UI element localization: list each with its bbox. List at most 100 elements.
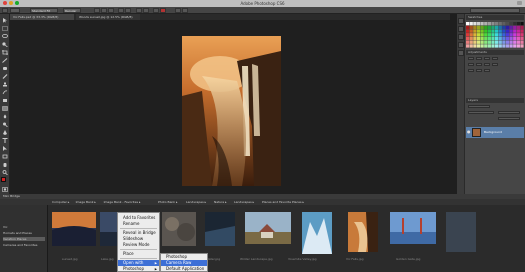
color-swatch[interactable]	[495, 36, 499, 41]
color-swatch[interactable]	[469, 44, 473, 48]
quick-select-tool-icon[interactable]	[2, 42, 8, 47]
color-swatch[interactable]	[513, 36, 517, 41]
color-swatch[interactable]	[487, 33, 491, 37]
color-swatch[interactable]	[513, 40, 517, 44]
color-swatch[interactable]	[505, 40, 510, 44]
color-swatch[interactable]	[520, 22, 524, 26]
color-swatch[interactable]	[476, 29, 481, 33]
history-panel-icon[interactable]	[458, 18, 464, 24]
color-swatch[interactable]	[469, 22, 473, 26]
history-brush-tool-icon[interactable]	[2, 90, 8, 95]
color-swatch[interactable]	[491, 44, 495, 48]
fullscreen-icon[interactable]	[517, 1, 522, 5]
color-swatch[interactable]	[473, 36, 477, 41]
color-swatch[interactable]	[487, 22, 491, 26]
pen-tool-icon[interactable]	[2, 130, 8, 135]
color-swatch[interactable]	[480, 25, 484, 30]
color-swatch[interactable]	[509, 25, 513, 30]
thumbnail-water[interactable]	[205, 212, 235, 246]
color-swatch[interactable]	[469, 29, 473, 33]
layers-panel-header[interactable]: Layers	[466, 98, 524, 103]
size-dropdown[interactable]	[10, 8, 20, 13]
visibility-eye-icon[interactable]: ●	[467, 129, 471, 135]
color-swatch[interactable]	[513, 33, 517, 37]
color-swatch[interactable]	[516, 44, 520, 48]
color-swatch[interactable]	[516, 25, 520, 30]
swatches-panel-header[interactable]: Swatches	[466, 15, 524, 20]
color-swatch[interactable]	[487, 25, 491, 30]
eraser-tool-icon[interactable]	[2, 98, 8, 103]
curves-icon[interactable]	[484, 57, 490, 60]
move-tool-icon[interactable]	[2, 18, 8, 23]
color-swatch[interactable]	[513, 44, 517, 48]
breadcrumb-item[interactable]: Image Bank ▸	[74, 200, 96, 204]
thumbnail-partial[interactable]	[446, 212, 476, 252]
option-button-7[interactable]	[143, 8, 149, 13]
color-swatch[interactable]	[473, 40, 477, 44]
eyedropper-tool-icon[interactable]	[2, 58, 8, 63]
favorite-item[interactable]: Cameras and Favorites	[3, 243, 37, 247]
menu-place[interactable]: Place	[118, 251, 159, 257]
color-swatch[interactable]	[491, 22, 495, 26]
color-swatch[interactable]	[480, 33, 484, 37]
swatches-grid[interactable]	[466, 22, 524, 48]
color-swatch[interactable]	[495, 44, 499, 48]
color-swatch[interactable]	[466, 33, 470, 37]
color-swatch[interactable]	[498, 40, 502, 44]
color-swatch[interactable]	[498, 25, 502, 30]
option-button-3[interactable]	[108, 8, 114, 13]
path-selection-tool-icon[interactable]	[2, 146, 8, 151]
color-swatch[interactable]	[466, 40, 470, 44]
color-swatch[interactable]	[513, 25, 517, 30]
favorite-item[interactable]: Hornets and Places	[3, 231, 32, 235]
breadcrumb-item[interactable]: Nature ▸	[212, 200, 227, 204]
color-swatch[interactable]	[491, 40, 495, 44]
color-swatch[interactable]	[498, 22, 502, 26]
character-panel-icon[interactable]	[458, 34, 464, 40]
foreground-color-swatch[interactable]	[1, 177, 6, 182]
color-swatch[interactable]	[513, 29, 517, 33]
tool-preset-icon[interactable]	[2, 8, 8, 13]
color-swatch[interactable]	[502, 33, 506, 37]
color-swatch[interactable]	[509, 36, 513, 41]
color-swatch[interactable]	[484, 22, 488, 26]
zoom-tool-icon[interactable]	[2, 170, 8, 175]
blend-mode-dropdown[interactable]	[468, 111, 494, 114]
color-swatch[interactable]	[491, 33, 495, 37]
levels-icon[interactable]	[476, 57, 482, 60]
adjustments-panel-header[interactable]: Adjustments	[466, 50, 524, 55]
color-swatch[interactable]	[509, 22, 513, 26]
color-swatch[interactable]	[516, 36, 520, 41]
color-swatch[interactable]	[513, 22, 517, 26]
breadcrumb-item[interactable]: Places and Favorite Places ▸	[260, 200, 304, 204]
color-swatch[interactable]	[520, 33, 524, 37]
paragraph-panel-icon[interactable]	[458, 42, 464, 48]
color-swatch[interactable]	[484, 33, 488, 37]
color-swatch[interactable]	[520, 40, 524, 44]
color-swatch[interactable]	[476, 22, 481, 26]
color-swatch[interactable]	[487, 36, 491, 41]
color-swatch[interactable]	[487, 44, 491, 48]
color-swatch[interactable]	[484, 29, 488, 33]
exposure-icon[interactable]	[492, 57, 498, 60]
brush-tool-icon[interactable]	[2, 74, 8, 79]
healing-brush-tool-icon[interactable]	[2, 66, 8, 71]
option-button-1[interactable]	[94, 8, 100, 13]
color-swatch[interactable]	[491, 29, 495, 33]
color-swatch[interactable]	[495, 29, 499, 33]
color-swatch[interactable]	[476, 36, 481, 41]
record-button[interactable]	[160, 8, 166, 13]
color-swatch[interactable]	[498, 44, 502, 48]
color-swatch[interactable]	[466, 36, 470, 41]
workspace-dropdown[interactable]	[470, 8, 520, 13]
color-swatch[interactable]	[502, 22, 506, 26]
color-swatch[interactable]	[495, 40, 499, 44]
color-swatch[interactable]	[502, 36, 506, 41]
layer-row-background[interactable]: ● Background	[466, 127, 524, 138]
color-swatch[interactable]	[469, 40, 473, 44]
option-button-8[interactable]	[153, 8, 159, 13]
option-button-10[interactable]	[182, 8, 188, 13]
color-swatch[interactable]	[505, 33, 510, 37]
color-swatch[interactable]	[466, 44, 470, 48]
color-swatch[interactable]	[509, 33, 513, 37]
